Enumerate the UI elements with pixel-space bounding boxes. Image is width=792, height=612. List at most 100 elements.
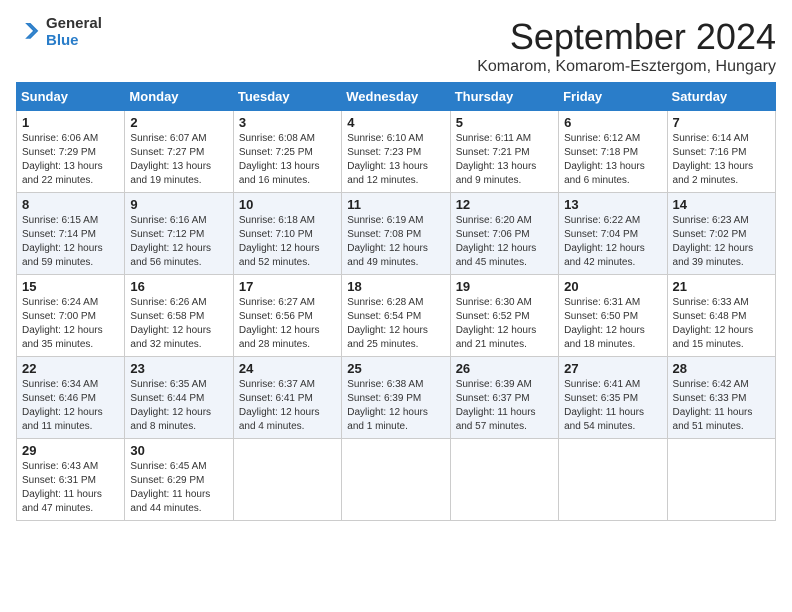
cell-content: Sunrise: 6:16 AMSunset: 7:12 PMDaylight:… — [130, 214, 227, 270]
cell-content: Sunrise: 6:31 AMSunset: 6:50 PMDaylight:… — [564, 296, 661, 352]
day-cell — [342, 439, 450, 521]
day-number: 7 — [673, 115, 770, 130]
day-number: 6 — [564, 115, 661, 130]
cell-content: Sunrise: 6:41 AMSunset: 6:35 PMDaylight:… — [564, 378, 661, 434]
cell-content: Sunrise: 6:10 AMSunset: 7:23 PMDaylight:… — [347, 132, 444, 188]
cell-content: Sunrise: 6:06 AMSunset: 7:29 PMDaylight:… — [22, 132, 119, 188]
day-cell: 20 Sunrise: 6:31 AMSunset: 6:50 PMDayligh… — [559, 275, 667, 357]
day-number: 13 — [564, 197, 661, 212]
cell-content: Sunrise: 6:33 AMSunset: 6:48 PMDaylight:… — [673, 296, 770, 352]
day-cell: 1Sunrise: 6:06 AMSunset: 7:29 PMDaylight… — [17, 111, 125, 193]
day-number: 12 — [456, 197, 553, 212]
cell-content: Sunrise: 6:30 AMSunset: 6:52 PMDaylight:… — [456, 296, 553, 352]
day-number: 26 — [456, 361, 553, 376]
cell-content: Sunrise: 6:43 AMSunset: 6:31 PMDaylight:… — [22, 460, 119, 516]
month-title: September 2024 — [477, 16, 776, 58]
cell-content: Sunrise: 6:26 AMSunset: 6:58 PMDaylight:… — [130, 296, 227, 352]
day-number: 18 — [347, 279, 444, 294]
day-cell: 12 Sunrise: 6:20 AMSunset: 7:06 PMDayligh… — [450, 193, 558, 275]
day-number: 20 — [564, 279, 661, 294]
day-number: 8 — [22, 197, 119, 212]
cell-content: Sunrise: 6:24 AMSunset: 7:00 PMDaylight:… — [22, 296, 119, 352]
day-number: 27 — [564, 361, 661, 376]
day-cell: 19 Sunrise: 6:30 AMSunset: 6:52 PMDayligh… — [450, 275, 558, 357]
cell-content: Sunrise: 6:12 AMSunset: 7:18 PMDaylight:… — [564, 132, 661, 188]
cell-content: Sunrise: 6:37 AMSunset: 6:41 PMDaylight:… — [239, 378, 336, 434]
logo: General Blue — [16, 16, 102, 49]
day-number: 11 — [347, 197, 444, 212]
day-number: 5 — [456, 115, 553, 130]
day-cell: 23 Sunrise: 6:35 AMSunset: 6:44 PMDayligh… — [125, 357, 233, 439]
day-cell: 5 Sunrise: 6:11 AMSunset: 7:21 PMDaylight… — [450, 111, 558, 193]
cell-content: Sunrise: 6:08 AMSunset: 7:25 PMDaylight:… — [239, 132, 336, 188]
cell-content: Sunrise: 6:35 AMSunset: 6:44 PMDaylight:… — [130, 378, 227, 434]
week-row-5: 29Sunrise: 6:43 AMSunset: 6:31 PMDayligh… — [17, 439, 776, 521]
day-cell: 3 Sunrise: 6:08 AMSunset: 7:25 PMDaylight… — [233, 111, 341, 193]
day-number: 28 — [673, 361, 770, 376]
day-cell: 9 Sunrise: 6:16 AMSunset: 7:12 PMDaylight… — [125, 193, 233, 275]
day-number: 23 — [130, 361, 227, 376]
cell-content: Sunrise: 6:19 AMSunset: 7:08 PMDaylight:… — [347, 214, 444, 270]
header-cell-friday: Friday — [559, 83, 667, 111]
header-cell-sunday: Sunday — [17, 83, 125, 111]
day-cell: 15 Sunrise: 6:24 AMSunset: 7:00 PMDayligh… — [17, 275, 125, 357]
header-cell-monday: Monday — [125, 83, 233, 111]
day-number: 15 — [22, 279, 119, 294]
day-cell: 2Sunrise: 6:07 AMSunset: 7:27 PMDaylight… — [125, 111, 233, 193]
day-number: 16 — [130, 279, 227, 294]
day-number: 25 — [347, 361, 444, 376]
day-cell — [559, 439, 667, 521]
day-cell: 30 Sunrise: 6:45 AMSunset: 6:29 PMDayligh… — [125, 439, 233, 521]
day-number: 17 — [239, 279, 336, 294]
cell-content: Sunrise: 6:18 AMSunset: 7:10 PMDaylight:… — [239, 214, 336, 270]
day-cell: 6 Sunrise: 6:12 AMSunset: 7:18 PMDaylight… — [559, 111, 667, 193]
cell-content: Sunrise: 6:34 AMSunset: 6:46 PMDaylight:… — [22, 378, 119, 434]
day-number: 24 — [239, 361, 336, 376]
logo-text: General Blue — [46, 16, 102, 49]
cell-content: Sunrise: 6:38 AMSunset: 6:39 PMDaylight:… — [347, 378, 444, 434]
cell-content: Sunrise: 6:14 AMSunset: 7:16 PMDaylight:… — [673, 132, 770, 188]
day-cell — [450, 439, 558, 521]
header-cell-saturday: Saturday — [667, 83, 775, 111]
week-row-1: 1Sunrise: 6:06 AMSunset: 7:29 PMDaylight… — [17, 111, 776, 193]
week-row-3: 15 Sunrise: 6:24 AMSunset: 7:00 PMDayligh… — [17, 275, 776, 357]
day-number: 21 — [673, 279, 770, 294]
cell-content: Sunrise: 6:11 AMSunset: 7:21 PMDaylight:… — [456, 132, 553, 188]
day-number: 30 — [130, 443, 227, 458]
day-number: 19 — [456, 279, 553, 294]
header-cell-wednesday: Wednesday — [342, 83, 450, 111]
day-cell: 4Sunrise: 6:10 AMSunset: 7:23 PMDaylight… — [342, 111, 450, 193]
week-row-2: 8 Sunrise: 6:15 AMSunset: 7:14 PMDaylight… — [17, 193, 776, 275]
cell-content: Sunrise: 6:07 AMSunset: 7:27 PMDaylight:… — [130, 132, 227, 188]
cell-content: Sunrise: 6:45 AMSunset: 6:29 PMDaylight:… — [130, 460, 227, 516]
day-cell: 21 Sunrise: 6:33 AMSunset: 6:48 PMDayligh… — [667, 275, 775, 357]
cell-content: Sunrise: 6:15 AMSunset: 7:14 PMDaylight:… — [22, 214, 119, 270]
day-cell: 27 Sunrise: 6:41 AMSunset: 6:35 PMDayligh… — [559, 357, 667, 439]
title-area: September 2024 Komarom, Komarom-Esztergo… — [477, 16, 776, 76]
calendar-table: SundayMondayTuesdayWednesdayThursdayFrid… — [16, 82, 776, 521]
day-number: 3 — [239, 115, 336, 130]
day-cell: 10Sunrise: 6:18 AMSunset: 7:10 PMDayligh… — [233, 193, 341, 275]
week-row-4: 22Sunrise: 6:34 AMSunset: 6:46 PMDayligh… — [17, 357, 776, 439]
cell-content: Sunrise: 6:28 AMSunset: 6:54 PMDaylight:… — [347, 296, 444, 352]
day-cell: 26Sunrise: 6:39 AMSunset: 6:37 PMDayligh… — [450, 357, 558, 439]
day-cell: 18 Sunrise: 6:28 AMSunset: 6:54 PMDayligh… — [342, 275, 450, 357]
logo-general-text: General — [46, 16, 102, 33]
day-cell: 11 Sunrise: 6:19 AMSunset: 7:08 PMDayligh… — [342, 193, 450, 275]
cell-content: Sunrise: 6:42 AMSunset: 6:33 PMDaylight:… — [673, 378, 770, 434]
day-number: 9 — [130, 197, 227, 212]
day-cell: 7 Sunrise: 6:14 AMSunset: 7:16 PMDaylight… — [667, 111, 775, 193]
day-cell: 22Sunrise: 6:34 AMSunset: 6:46 PMDayligh… — [17, 357, 125, 439]
header-cell-tuesday: Tuesday — [233, 83, 341, 111]
header: General Blue September 2024 Komarom, Kom… — [16, 16, 776, 76]
logo-icon — [16, 19, 44, 47]
day-cell: 16 Sunrise: 6:26 AMSunset: 6:58 PMDayligh… — [125, 275, 233, 357]
day-cell: 8 Sunrise: 6:15 AMSunset: 7:14 PMDaylight… — [17, 193, 125, 275]
day-cell: 17 Sunrise: 6:27 AMSunset: 6:56 PMDayligh… — [233, 275, 341, 357]
header-row: SundayMondayTuesdayWednesdayThursdayFrid… — [17, 83, 776, 111]
cell-content: Sunrise: 6:20 AMSunset: 7:06 PMDaylight:… — [456, 214, 553, 270]
day-cell — [667, 439, 775, 521]
cell-content: Sunrise: 6:27 AMSunset: 6:56 PMDaylight:… — [239, 296, 336, 352]
day-cell: 29Sunrise: 6:43 AMSunset: 6:31 PMDayligh… — [17, 439, 125, 521]
header-cell-thursday: Thursday — [450, 83, 558, 111]
